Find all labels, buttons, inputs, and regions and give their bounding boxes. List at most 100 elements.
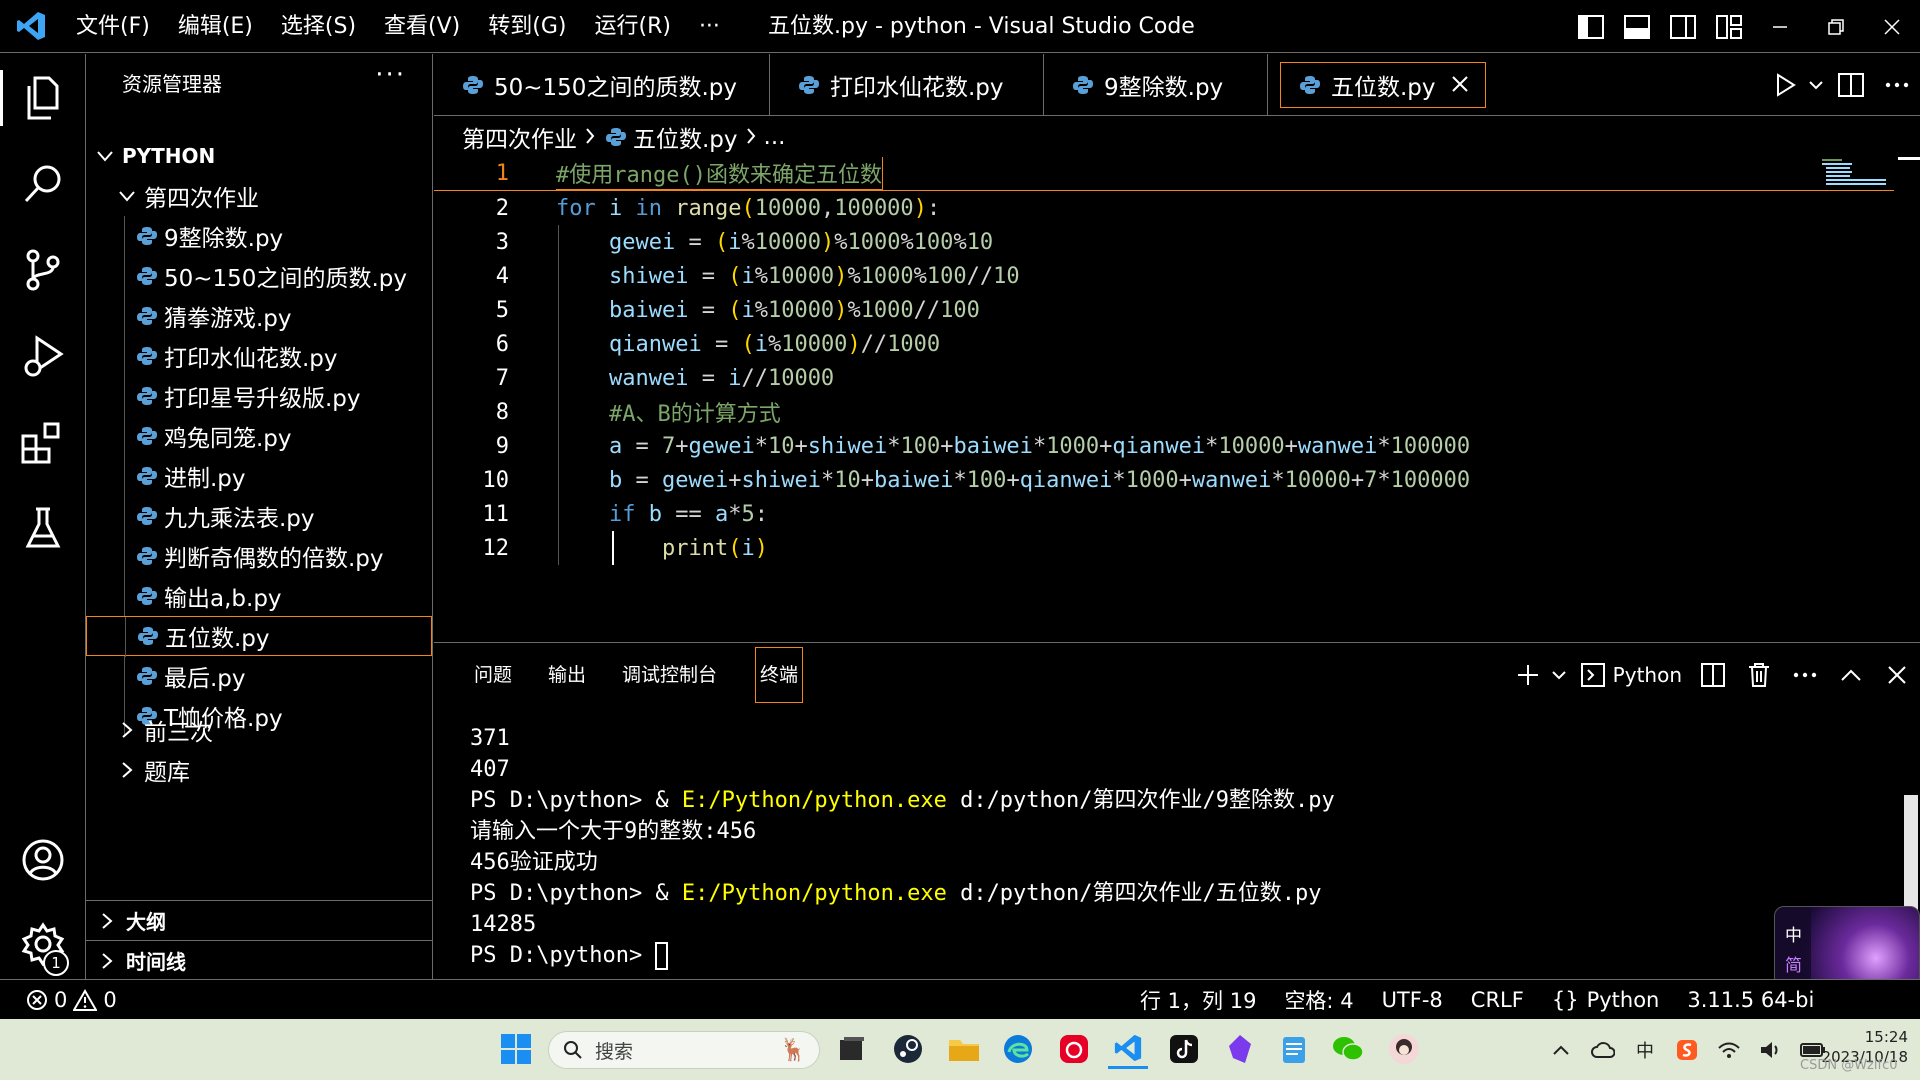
- menu-file[interactable]: 文件(F): [62, 0, 164, 53]
- menu-run[interactable]: 运行(R): [580, 0, 684, 53]
- code-editor[interactable]: 1 #使用range()函数来确定五位数 2 for i in range(10000…: [434, 157, 1920, 642]
- tree-file-item[interactable]: 猜拳游戏.py: [86, 296, 432, 336]
- editor-more-icon[interactable]: [1874, 54, 1920, 116]
- breadcrumb-folder[interactable]: 第四次作业: [462, 120, 577, 154]
- toggle-secondary-sidebar-icon[interactable]: [1660, 0, 1706, 53]
- tree-file-item[interactable]: 9整除数.py: [86, 216, 432, 256]
- code-line[interactable]: 2 for i in range(10000,100000):: [434, 191, 1894, 225]
- split-editor-icon[interactable]: [1828, 54, 1874, 116]
- terminal-output[interactable]: 371 407 PS D:\python> & E:/Python/python.e…: [470, 723, 1335, 971]
- code-line[interactable]: 7 wanwei = i//10000: [434, 361, 1894, 395]
- testing-icon[interactable]: [0, 488, 86, 568]
- restore-button[interactable]: [1808, 0, 1864, 53]
- tab-primes[interactable]: 50~150之间的质数.py: [434, 54, 770, 116]
- tab-output[interactable]: 输出: [530, 647, 604, 703]
- encoding[interactable]: UTF-8: [1382, 988, 1443, 1012]
- ime-mode-chinese[interactable]: 中: [1785, 921, 1802, 946]
- split-terminal-icon[interactable]: [1690, 647, 1736, 703]
- close-tab-icon[interactable]: [1451, 72, 1468, 98]
- notepad-icon[interactable]: [1274, 1029, 1314, 1069]
- tray-sogou-icon[interactable]: [1666, 1019, 1708, 1080]
- tree-file-item[interactable]: 输出a,b.py: [86, 576, 432, 616]
- code-line[interactable]: 3 gewei = (i%10000)%1000%100%10: [434, 225, 1894, 259]
- problems-indicator[interactable]: 0 0: [26, 988, 117, 1012]
- tree-folder-first-three[interactable]: 前三次: [86, 710, 432, 750]
- breadcrumb-symbols[interactable]: ...: [764, 124, 786, 150]
- menu-go[interactable]: 转到(G): [474, 0, 580, 53]
- taskbar-search[interactable]: 搜索 🦌: [548, 1031, 820, 1069]
- tab-five-digit[interactable]: 五位数.py: [1280, 62, 1486, 108]
- code-line[interactable]: 1 #使用range()函数来确定五位数: [434, 157, 1894, 191]
- minimize-button[interactable]: [1752, 0, 1808, 53]
- tree-root-python[interactable]: PYTHON: [86, 136, 432, 176]
- code-line[interactable]: 10 b = gewei+shiwei*10+baiwei*100+qianwe…: [434, 463, 1894, 497]
- source-control-icon[interactable]: [0, 230, 86, 310]
- close-panel-icon[interactable]: [1874, 647, 1920, 703]
- tree-folder-homework4[interactable]: 第四次作业: [86, 176, 432, 216]
- language-mode[interactable]: {} Python: [1552, 988, 1660, 1012]
- indentation[interactable]: 空格: 4: [1284, 985, 1353, 1015]
- tray-overflow-chevron-up-icon[interactable]: [1540, 1019, 1582, 1080]
- maximize-panel-chevron-up-icon[interactable]: [1828, 647, 1874, 703]
- menu-selection[interactable]: 选择(S): [267, 0, 370, 53]
- tab-debug-console[interactable]: 调试控制台: [604, 647, 735, 703]
- tree-file-item[interactable]: 五位数.py: [86, 616, 432, 657]
- windows-start-icon[interactable]: [496, 1029, 536, 1069]
- code-line[interactable]: 5 baiwei = (i%10000)%1000//100: [434, 293, 1894, 327]
- customize-layout-icon[interactable]: [1706, 0, 1752, 53]
- code-line[interactable]: 9 a = 7+gewei*10+shiwei*100+baiwei*1000+…: [434, 429, 1894, 463]
- tree-file-item[interactable]: 打印水仙花数.py: [86, 336, 432, 376]
- netease-music-icon[interactable]: [1054, 1029, 1094, 1069]
- code-line[interactable]: 6 qianwei = (i%10000)//1000: [434, 327, 1894, 361]
- code-line[interactable]: 11 if b == a*5:: [434, 497, 1894, 531]
- volume-icon[interactable]: [1750, 1019, 1792, 1080]
- breadcrumb-file[interactable]: 五位数.py: [633, 120, 738, 154]
- file-explorer-icon[interactable]: [944, 1029, 984, 1069]
- wifi-icon[interactable]: [1708, 1019, 1750, 1080]
- wechat-icon[interactable]: [1328, 1029, 1368, 1069]
- minimap[interactable]: [1820, 157, 1890, 187]
- tab-narcissistic[interactable]: 打印水仙花数.py: [770, 54, 1044, 116]
- edge-browser-icon[interactable]: [998, 1029, 1038, 1069]
- panel-more-icon[interactable]: [1782, 647, 1828, 703]
- tray-cloud-icon[interactable]: [1582, 1019, 1624, 1080]
- obsidian-icon[interactable]: [1220, 1029, 1260, 1069]
- run-options-chevron-down-icon[interactable]: [1804, 54, 1828, 116]
- vscode-taskbar-icon[interactable]: [1108, 1029, 1148, 1069]
- terminal-profile-label[interactable]: Python: [1613, 663, 1682, 687]
- tree-file-item[interactable]: 打印星号升级版.py: [86, 376, 432, 416]
- toggle-primary-sidebar-icon[interactable]: [1568, 0, 1614, 53]
- steam-icon[interactable]: [888, 1029, 928, 1069]
- python-interpreter[interactable]: 3.11.5 64-bi: [1687, 988, 1814, 1012]
- explorer-icon[interactable]: [0, 58, 86, 138]
- accounts-icon[interactable]: [0, 820, 86, 900]
- outline-section[interactable]: 大纲: [86, 900, 432, 940]
- explorer-more-button[interactable]: ···: [375, 60, 406, 90]
- ime-mode-simplified[interactable]: 简: [1785, 951, 1802, 976]
- new-terminal-plus-icon[interactable]: [1511, 647, 1545, 703]
- menu-more[interactable]: ···: [685, 0, 734, 53]
- anime-app-icon[interactable]: [1384, 1029, 1424, 1069]
- extensions-icon[interactable]: [0, 402, 86, 482]
- code-line[interactable]: 8 #A、B的计算方式: [434, 395, 1894, 429]
- toggle-panel-icon[interactable]: [1614, 0, 1660, 53]
- tree-file-item[interactable]: 50~150之间的质数.py: [86, 256, 432, 296]
- tab-problems[interactable]: 问题: [456, 647, 530, 703]
- tree-file-item[interactable]: 九九乘法表.py: [86, 496, 432, 536]
- terminal-profile-chevron-down-icon[interactable]: [1545, 647, 1573, 703]
- close-window-button[interactable]: [1864, 0, 1920, 53]
- timeline-section[interactable]: 时间线: [86, 940, 432, 980]
- tree-file-item[interactable]: 鸡兔同笼.py: [86, 416, 432, 456]
- tree-file-item[interactable]: 判断奇偶数的倍数.py: [86, 536, 432, 576]
- settings-gear-icon[interactable]: 1: [0, 904, 86, 984]
- code-line[interactable]: 12 print(i): [434, 531, 1894, 565]
- tree-file-item[interactable]: 最后.py: [86, 656, 432, 696]
- end-of-line[interactable]: CRLF: [1471, 988, 1524, 1012]
- run-debug-icon[interactable]: [0, 316, 86, 396]
- tiktok-icon[interactable]: [1164, 1029, 1204, 1069]
- kill-terminal-trash-icon[interactable]: [1736, 647, 1782, 703]
- tab-divisible[interactable]: 9整除数.py: [1044, 54, 1268, 116]
- tray-ime-indicator[interactable]: 中: [1624, 1019, 1666, 1080]
- cursor-position[interactable]: 行 1，列 19: [1140, 985, 1256, 1015]
- tree-file-item[interactable]: 进制.py: [86, 456, 432, 496]
